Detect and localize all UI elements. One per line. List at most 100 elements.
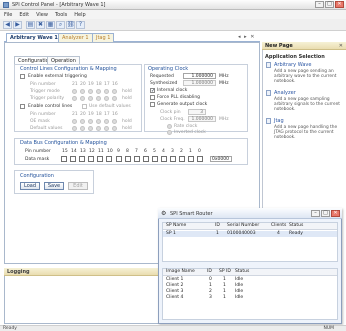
default-value-bit[interactable] xyxy=(88,126,93,131)
router-close-button[interactable]: ✕ xyxy=(331,210,340,217)
save-button[interactable]: Save xyxy=(44,182,64,190)
col-client-status[interactable]: Status xyxy=(235,269,249,274)
col-serial-number[interactable]: Serial Number xyxy=(227,223,259,228)
enable-control-lines-checkbox[interactable] xyxy=(20,104,25,109)
tab-jtag-1[interactable]: Jtag 1 xyxy=(92,33,115,42)
data-mask-bit-13[interactable] xyxy=(79,156,85,162)
data-mask-bit-6[interactable] xyxy=(143,156,149,162)
trigger-mode-radio[interactable] xyxy=(96,89,101,94)
col-clients[interactable]: Clients xyxy=(271,223,286,228)
trigger-polarity-radio[interactable] xyxy=(112,96,117,101)
data-mask-bit-15[interactable] xyxy=(61,156,67,162)
data-mask-bit-14[interactable] xyxy=(70,156,76,162)
tab-operation[interactable]: Operation xyxy=(47,56,80,64)
menu-tools[interactable]: Tools xyxy=(55,12,67,18)
pin-17: 17 xyxy=(104,112,110,117)
data-mask-bit-0[interactable] xyxy=(197,156,203,162)
default-value-bit[interactable] xyxy=(80,126,85,131)
data-mask-bit-10[interactable] xyxy=(106,156,112,162)
data-mask-value[interactable]: 0x0000 xyxy=(210,156,232,162)
trigger-mode-radio[interactable] xyxy=(112,89,117,94)
clock-pin-field[interactable]: 3 xyxy=(188,109,206,115)
trigger-polarity-radio[interactable] xyxy=(80,96,85,101)
col-sp-name[interactable]: SP Name xyxy=(166,223,186,228)
trigger-mode-radio[interactable] xyxy=(80,89,85,94)
oe-mask-bit[interactable] xyxy=(80,119,85,124)
data-pin-15: 15 xyxy=(62,149,68,154)
inverted-clock-radio[interactable] xyxy=(167,130,172,135)
default-value-bit[interactable] xyxy=(72,126,77,131)
default-value-bit[interactable] xyxy=(112,126,117,131)
graph-icon[interactable]: ▦ xyxy=(46,21,55,29)
panel-close-icon[interactable]: ✕ xyxy=(339,43,343,49)
router-minimize-button[interactable]: – xyxy=(311,210,320,217)
data-mask-bit-5[interactable] xyxy=(152,156,158,162)
trigger-polarity-radio[interactable] xyxy=(72,96,77,101)
menu-file[interactable]: File xyxy=(4,12,12,18)
edit-button[interactable]: Edit xyxy=(68,182,88,190)
help-icon[interactable]: ? xyxy=(76,21,85,29)
stop-icon[interactable]: ✖ xyxy=(36,21,45,29)
table-row[interactable]: SP 1 1 0100040003 4 Ready xyxy=(163,231,337,237)
clock-freq-field[interactable]: 1.000000 xyxy=(188,116,216,122)
oe-mask-bit[interactable] xyxy=(112,119,117,124)
default-value-bit[interactable] xyxy=(96,126,101,131)
use-default-values-checkbox[interactable] xyxy=(82,104,87,109)
enable-external-triggering-checkbox[interactable] xyxy=(20,74,25,79)
minimize-button[interactable]: – xyxy=(315,1,324,8)
generate-output-clock-checkbox[interactable] xyxy=(150,102,155,107)
router-maximize-button[interactable]: □ xyxy=(321,210,330,217)
force-pll-checkbox[interactable] xyxy=(150,95,155,100)
tab-navigation-controls[interactable]: ◂ ▸ ✕ xyxy=(238,34,255,40)
oe-mask-bit[interactable] xyxy=(72,119,77,124)
col-image-name[interactable]: Image Name xyxy=(166,269,195,274)
close-button[interactable]: ✕ xyxy=(335,1,344,8)
oe-mask-bit[interactable] xyxy=(88,119,93,124)
trigger-polarity-radio[interactable] xyxy=(96,96,101,101)
default-value-bit[interactable] xyxy=(104,126,109,131)
col-sp-id[interactable]: SP ID xyxy=(219,269,231,274)
col-client-id[interactable]: ID xyxy=(207,269,212,274)
clock-freq-unit: MHz xyxy=(219,117,229,122)
jtag-link[interactable]: Jtag xyxy=(274,118,284,124)
oe-mask-bit[interactable] xyxy=(104,119,109,124)
data-mask-bit-4[interactable] xyxy=(161,156,167,162)
trigger-mode-radio[interactable] xyxy=(88,89,93,94)
forward-icon[interactable]: ▶ xyxy=(13,21,22,29)
table-row[interactable]: Client 4 3 1 Idle xyxy=(163,295,337,301)
data-mask-bit-8[interactable] xyxy=(125,156,131,162)
data-mask-bit-1[interactable] xyxy=(188,156,194,162)
rate-clock-radio[interactable] xyxy=(167,124,172,129)
internal-clock-label: Internal clock xyxy=(157,88,188,93)
menu-help[interactable]: Help xyxy=(74,12,85,18)
data-mask-bit-7[interactable] xyxy=(134,156,140,162)
jtag-desc: Add a new page handling the JTAG protoco… xyxy=(274,125,338,141)
menu-edit[interactable]: Edit xyxy=(19,12,29,18)
maximize-button[interactable]: □ xyxy=(325,1,334,8)
open-icon[interactable]: ▤ xyxy=(26,21,35,29)
tab-arbitrary-wave-1[interactable]: Arbitrary Wave 1 xyxy=(6,33,62,42)
data-mask-bit-11[interactable] xyxy=(97,156,103,162)
oe-mask-label: OE mask xyxy=(30,119,50,124)
analyzer-link[interactable]: Analyzer xyxy=(274,90,296,96)
data-mask-bit-3[interactable] xyxy=(170,156,176,162)
link-icon[interactable]: ⛓ xyxy=(66,21,75,29)
data-mask-bit-12[interactable] xyxy=(88,156,94,162)
trigger-mode-radio[interactable] xyxy=(104,89,109,94)
col-id[interactable]: ID xyxy=(215,223,220,228)
col-status[interactable]: Status xyxy=(289,223,303,228)
trigger-polarity-radio[interactable] xyxy=(88,96,93,101)
arbitrary-wave-link[interactable]: Arbitrary Wave xyxy=(274,62,311,68)
trigger-mode-radio[interactable] xyxy=(72,89,77,94)
oe-mask-bit[interactable] xyxy=(96,119,101,124)
back-icon[interactable]: ◀ xyxy=(3,21,12,29)
menu-view[interactable]: View xyxy=(36,12,48,18)
load-button[interactable]: Load xyxy=(20,182,40,190)
tab-analyzer-1[interactable]: Analyzer 1 xyxy=(58,33,93,42)
search-icon[interactable]: ⌕ xyxy=(56,21,65,29)
trigger-polarity-radio[interactable] xyxy=(104,96,109,101)
data-mask-bit-9[interactable] xyxy=(116,156,122,162)
internal-clock-checkbox[interactable]: ✓ xyxy=(150,88,155,94)
requested-frequency-input[interactable]: 1.000000 xyxy=(183,73,216,79)
data-mask-bit-2[interactable] xyxy=(179,156,185,162)
